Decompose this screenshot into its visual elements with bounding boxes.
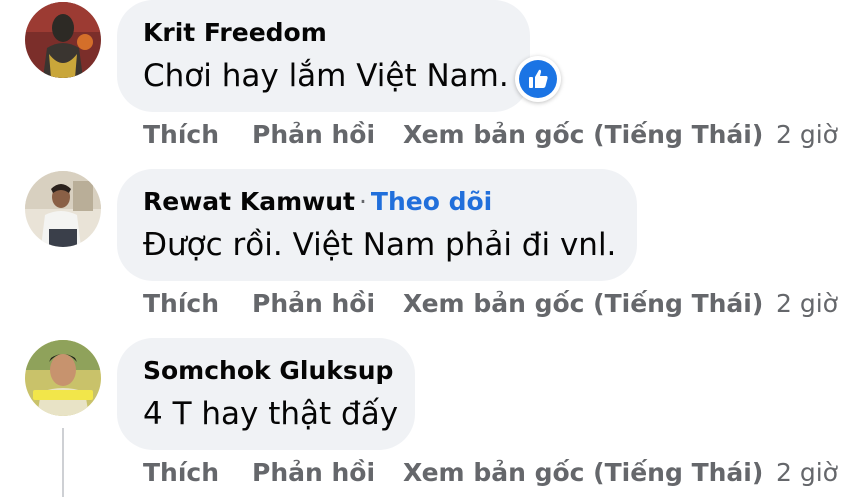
comment-bubble: Krit Freedom Chơi hay lắm Việt Nam. — [117, 0, 530, 112]
comment-text: 4 T hay thật đấy — [143, 396, 399, 432]
comment-bubble: Somchok Gluksup 4 T hay thật đấy — [117, 338, 415, 450]
comment: Somchok Gluksup 4 T hay thật đấy Thích P… — [0, 338, 860, 497]
follow-button[interactable]: Theo dõi — [371, 187, 492, 216]
like-button[interactable]: Thích — [143, 289, 219, 318]
avatar[interactable] — [25, 171, 101, 247]
like-button[interactable]: Thích — [143, 458, 219, 487]
see-original-button[interactable]: Xem bản gốc (Tiếng Thái) — [403, 458, 763, 487]
comment-text: Được rồi. Việt Nam phải đi vnl. — [143, 227, 617, 263]
comment-text: Chơi hay lắm Việt Nam. — [143, 58, 509, 94]
reply-button[interactable]: Phản hồi — [252, 458, 375, 487]
avatar[interactable] — [25, 2, 101, 78]
like-reaction — [519, 60, 557, 98]
separator: · — [358, 187, 367, 216]
timestamp[interactable]: 2 giờ — [776, 458, 838, 487]
see-original-button[interactable]: Xem bản gốc (Tiếng Thái) — [403, 120, 763, 149]
author-name[interactable]: Krit Freedom — [143, 18, 327, 47]
avatar-image — [25, 171, 101, 247]
comment: Krit Freedom Chơi hay lắm Việt Nam. Thíc… — [0, 0, 860, 170]
author-line: Rewat Kamwut · Theo dõi — [143, 187, 492, 216]
like-button[interactable]: Thích — [143, 120, 219, 149]
reaction-badge[interactable] — [515, 56, 561, 102]
reply-button[interactable]: Phản hồi — [252, 120, 375, 149]
timestamp[interactable]: 2 giờ — [776, 120, 838, 149]
avatar[interactable] — [25, 340, 101, 416]
author-line: Somchok Gluksup — [143, 356, 393, 385]
avatar-image — [25, 340, 101, 416]
see-original-button[interactable]: Xem bản gốc (Tiếng Thái) — [403, 289, 763, 318]
reply-button[interactable]: Phản hồi — [252, 289, 375, 318]
author-name[interactable]: Rewat Kamwut — [143, 187, 355, 216]
like-icon — [529, 69, 548, 88]
author-line: Krit Freedom — [143, 18, 327, 47]
comment: Rewat Kamwut · Theo dõi Được rồi. Việt Nam… — [0, 169, 860, 339]
author-name[interactable]: Somchok Gluksup — [143, 356, 393, 385]
timestamp[interactable]: 2 giờ — [776, 289, 838, 318]
avatar-image — [25, 2, 101, 78]
comment-bubble: Rewat Kamwut · Theo dõi Được rồi. Việt Nam… — [117, 169, 637, 281]
thread-line — [62, 428, 64, 497]
